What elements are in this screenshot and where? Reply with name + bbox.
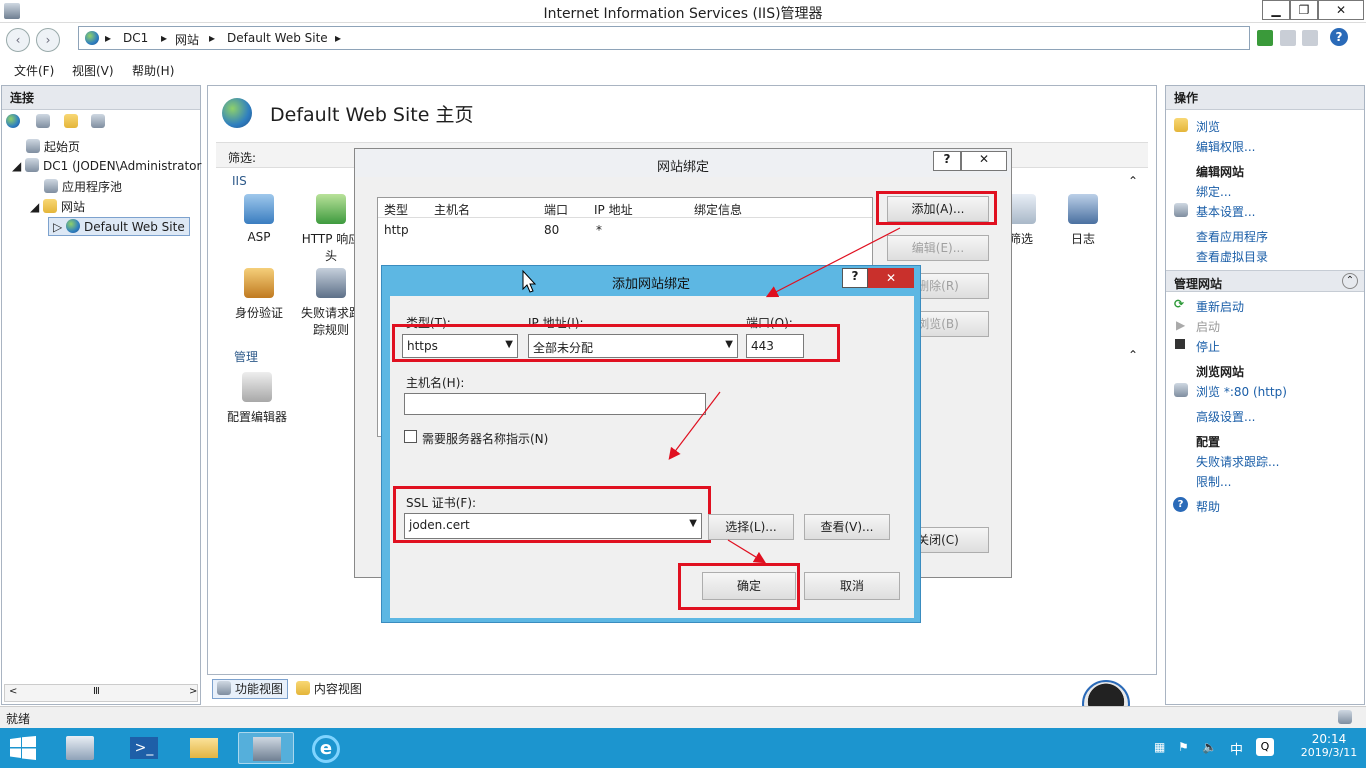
powershell-icon[interactable]: >_ — [122, 732, 166, 764]
connection-status-icon — [1338, 710, 1352, 724]
server-manager-icon[interactable] — [58, 732, 102, 764]
status-text: 就绪 — [6, 712, 31, 726]
iis-manager-taskbar-icon[interactable] — [238, 732, 294, 764]
clock-time: 20:14 — [1311, 732, 1347, 746]
taskbar: >_ e ▦ ⚑ 🔈 中 Q 20:14 2019/3/11 — [0, 728, 1366, 768]
annotation-arrows — [522, 227, 901, 564]
arrow-add-to-dialog — [765, 227, 901, 298]
windows-start-icon[interactable] — [10, 736, 36, 760]
clock-date: 2019/3/11 — [1300, 746, 1358, 759]
file-explorer-icon[interactable] — [182, 732, 226, 764]
arrow-ssl-to-ok — [727, 539, 767, 564]
internet-explorer-icon[interactable]: e — [304, 732, 348, 764]
clock[interactable]: 20:14 2019/3/11 — [1296, 732, 1362, 759]
ime-mode-icon[interactable]: Q — [1256, 738, 1274, 756]
ime-indicator[interactable]: 中 — [1230, 739, 1243, 758]
mouse-cursor-icon — [522, 269, 537, 293]
volume-icon[interactable]: 🔈 — [1202, 740, 1217, 754]
status-bar: 就绪 — [0, 706, 1366, 728]
action-center-icon[interactable]: ⚑ — [1178, 740, 1189, 754]
network-icon[interactable]: ▦ — [1154, 740, 1165, 754]
arrow-port-to-ssl — [668, 391, 721, 460]
